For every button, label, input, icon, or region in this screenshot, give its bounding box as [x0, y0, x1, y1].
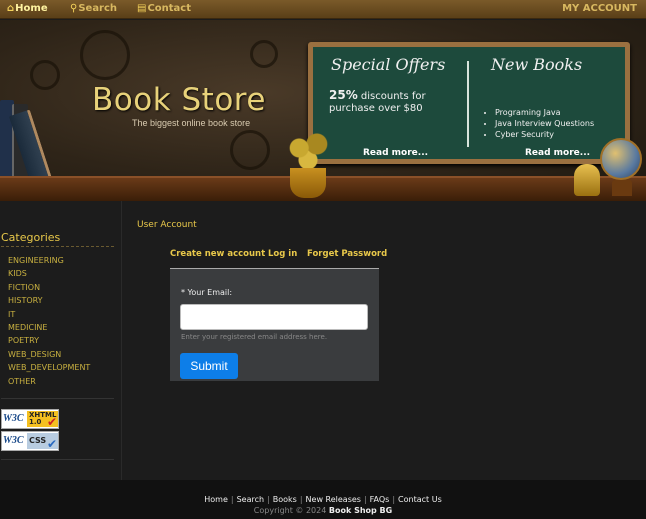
footer: Home | Search | Books | New Releases | FAQs | Cont… [0, 480, 646, 519]
copyright-brand: Book Shop BG [328, 506, 393, 515]
categories-list: ENGINEERING KIDS FICTION HISTORY IT MEDI… [8, 254, 90, 388]
nav-contact-label: Contact [147, 3, 192, 14]
globe-stand-illustration [612, 180, 632, 196]
copyright-text: Copyright © 2024 [253, 506, 327, 515]
separator: | [392, 495, 396, 504]
separator: | [363, 495, 367, 504]
plant-illustration [286, 132, 330, 172]
w3c-css-badge[interactable]: W3C CSS ✔ [1, 431, 59, 451]
divider [1, 459, 114, 460]
checkmark-icon: ✔ [46, 437, 57, 451]
new-book-item: Java Interview Questions [495, 118, 594, 129]
tab-log-in[interactable]: Log in [268, 249, 297, 259]
footer-link-home[interactable]: Home [204, 495, 228, 504]
footer-link-search[interactable]: Search [237, 495, 264, 504]
header-banner: Book Store The biggest online book store… [0, 20, 646, 201]
email-field[interactable] [180, 304, 368, 330]
nav-home-label: Home [15, 3, 48, 14]
search-icon: ⚲ [70, 3, 78, 14]
submit-button[interactable]: Submit [180, 353, 238, 379]
tab-create-account[interactable]: Create new account [170, 249, 265, 259]
new-books-read-more-link[interactable]: Read more... [525, 148, 590, 158]
globe-illustration [600, 138, 642, 180]
email-label: * Your Email: [181, 288, 233, 297]
category-link[interactable]: WEB_DESIGN [8, 348, 90, 361]
footer-link-new-releases[interactable]: New Releases [306, 495, 361, 504]
w3c-xhtml-badge[interactable]: W3C XHTML 1.0 ✔ [1, 409, 59, 429]
chalkboard-panel: Special Offers 25% discounts for purchas… [308, 42, 630, 164]
category-link[interactable]: FICTION [8, 281, 90, 294]
site-title: Book Store [92, 82, 266, 118]
footer-links: Home | Search | Books | New Releases | FAQs | Cont… [0, 495, 646, 504]
separator: | [267, 495, 270, 504]
book-icon: ▤ [137, 3, 147, 14]
category-link[interactable]: MEDICINE [8, 321, 90, 334]
special-offers-text: 25% discounts for purchase over $80 [329, 89, 459, 115]
house-icon: ⌂ [7, 3, 15, 14]
w3c-logo: W3C [3, 435, 24, 446]
decorative-swirl [80, 30, 130, 80]
footer-link-books[interactable]: Books [273, 495, 297, 504]
footer-link-faqs[interactable]: FAQs [370, 495, 390, 504]
copyright: Copyright © 2024 Book Shop BG [0, 506, 646, 515]
nav-contact-link[interactable]: ▤Contact [137, 3, 191, 14]
site-tagline: The biggest online book store [132, 118, 251, 128]
footer-link-contact-us[interactable]: Contact Us [398, 495, 442, 504]
category-link[interactable]: POETRY [8, 334, 90, 347]
w3c-logo: W3C [3, 413, 24, 424]
discount-percent: 25% [329, 88, 358, 102]
nav-search-link[interactable]: ⚲Search [70, 3, 117, 14]
category-link[interactable]: ENGINEERING [8, 254, 90, 267]
new-book-item: Programing Java [495, 107, 594, 118]
separator: | [299, 495, 303, 504]
nav-search-label: Search [78, 3, 118, 14]
category-link[interactable]: WEB_DEVELOPMENT [8, 361, 90, 374]
sidebar: Categories ENGINEERING KIDS FICTION HIST… [0, 201, 122, 480]
email-help-text: Enter your registered email address here… [181, 333, 328, 341]
tab-forget-password[interactable]: Forget Password [307, 249, 387, 259]
divider [1, 398, 114, 399]
divider [1, 246, 114, 247]
category-link[interactable]: KIDS [8, 267, 90, 280]
nav-home-link[interactable]: ⌂Home [7, 3, 48, 14]
board-divider [467, 61, 469, 147]
separator: | [230, 495, 234, 504]
top-navigation-bar: ⌂Home ⚲Search ▤Contact MY ACCOUNT [0, 0, 646, 19]
new-books-title: New Books [491, 55, 583, 74]
categories-heading: Categories [1, 231, 61, 244]
decorative-swirl [250, 40, 278, 68]
page-title: User Account [137, 220, 197, 230]
password-reset-form: * Your Email: Enter your registered emai… [170, 268, 379, 381]
decorative-swirl [30, 60, 60, 90]
bell-illustration [574, 164, 600, 196]
checkmark-icon: ✔ [46, 415, 57, 429]
my-account-link[interactable]: MY ACCOUNT [562, 3, 637, 14]
new-books-list: Programing Java Java Interview Questions… [495, 107, 594, 140]
offers-read-more-link[interactable]: Read more... [363, 148, 428, 158]
category-link[interactable]: IT [8, 308, 90, 321]
new-book-item: Cyber Security [495, 129, 594, 140]
decorative-swirl [230, 130, 270, 170]
category-link[interactable]: OTHER [8, 375, 90, 388]
special-offers-title: Special Offers [331, 55, 446, 74]
category-link[interactable]: HISTORY [8, 294, 90, 307]
plant-pot-illustration [290, 168, 326, 198]
